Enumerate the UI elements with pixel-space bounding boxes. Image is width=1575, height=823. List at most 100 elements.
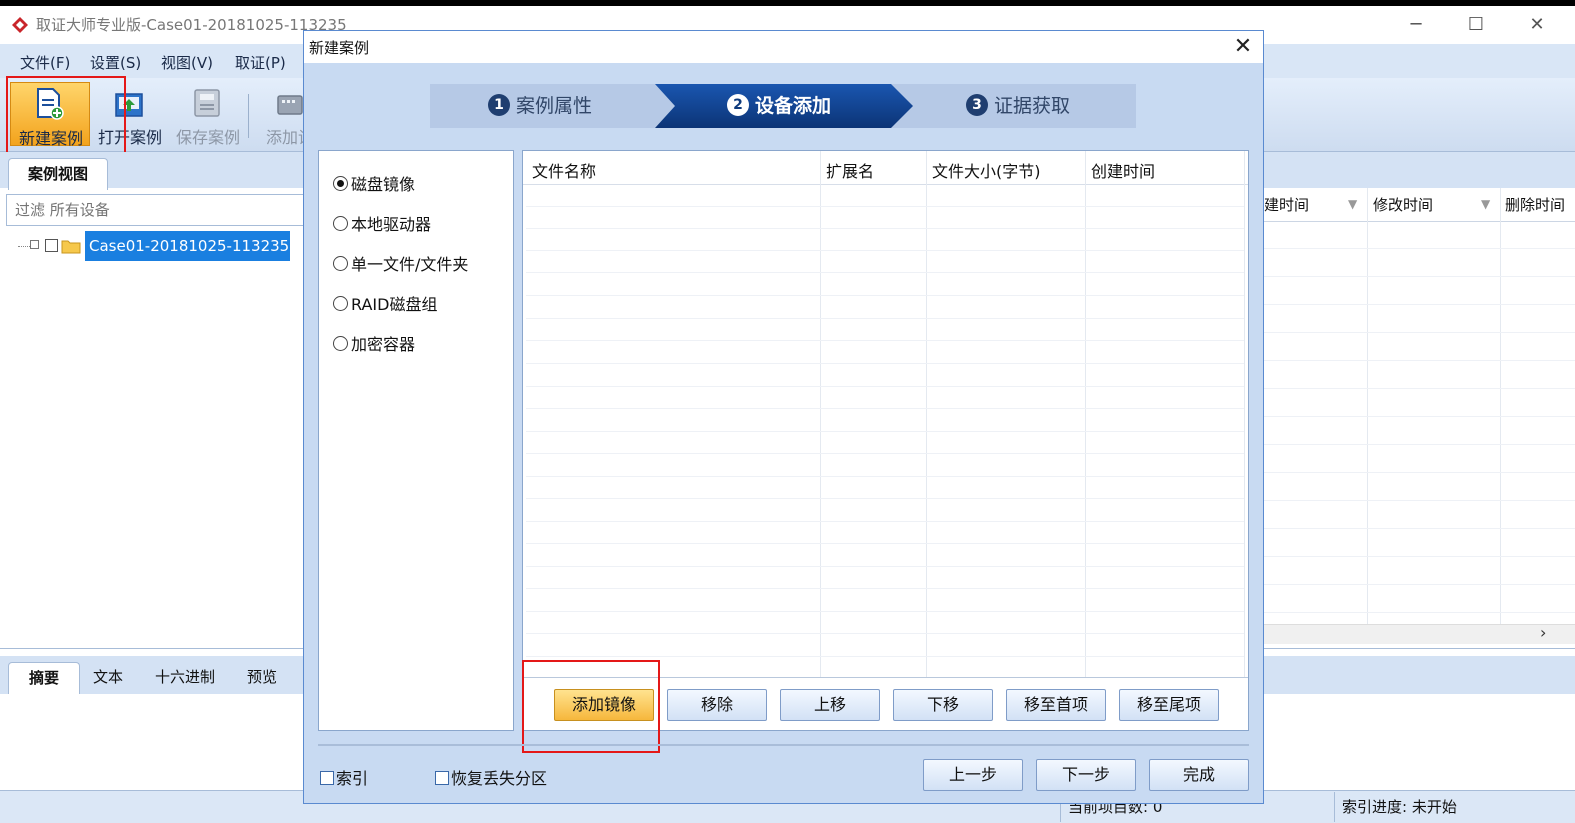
tree-node-checkbox[interactable] bbox=[45, 239, 58, 252]
grid-row-line bbox=[1262, 332, 1575, 333]
grid-row-line bbox=[1262, 472, 1575, 473]
column-file-name[interactable]: 文件名称 bbox=[532, 158, 596, 182]
tree-node-case[interactable]: Case01-20181025-113235 bbox=[85, 231, 290, 261]
radio-button[interactable] bbox=[333, 296, 348, 311]
finish-button[interactable]: 完成 bbox=[1149, 759, 1249, 791]
horizontal-scrollbar[interactable] bbox=[1262, 624, 1575, 644]
right-pane-header bbox=[1262, 152, 1575, 188]
step-number: 2 bbox=[727, 93, 749, 116]
close-window-button[interactable]: ✕ bbox=[1514, 12, 1560, 38]
folder-icon bbox=[61, 240, 81, 254]
grid-row-line bbox=[1262, 612, 1575, 613]
list-row-line bbox=[526, 206, 1244, 207]
move-last-button[interactable]: 移至尾项 bbox=[1119, 689, 1219, 721]
list-row-line bbox=[526, 250, 1244, 251]
save-case-label: 保存案例 bbox=[175, 128, 240, 147]
list-row-line bbox=[526, 543, 1244, 544]
add-device-icon bbox=[277, 95, 303, 115]
move-first-button[interactable]: 移至首项 bbox=[1006, 689, 1106, 721]
remove-button[interactable]: 移除 bbox=[667, 689, 767, 721]
maximize-button[interactable]: ☐ bbox=[1453, 12, 1499, 38]
app-title: 取证大师专业版-Case01-20181025-113235 bbox=[36, 16, 347, 34]
tree-expander[interactable] bbox=[30, 240, 39, 249]
list-row-line bbox=[526, 318, 1244, 319]
list-row-line bbox=[526, 588, 1244, 589]
list-row-line bbox=[526, 633, 1244, 634]
app-logo-icon bbox=[12, 17, 28, 33]
list-row-line bbox=[526, 453, 1244, 454]
grid-row-line bbox=[1262, 304, 1575, 305]
step-label: 案例属性 bbox=[516, 95, 593, 117]
dialog-close-button[interactable]: ✕ bbox=[1228, 33, 1258, 61]
list-row-line bbox=[526, 363, 1244, 364]
step-number: 3 bbox=[966, 93, 988, 116]
menu-forensics[interactable]: 取证(P) bbox=[235, 52, 286, 73]
grid-row-line bbox=[1262, 388, 1575, 389]
move-up-button[interactable]: 上移 bbox=[780, 689, 880, 721]
tab-preview[interactable]: 预览 bbox=[236, 662, 288, 694]
list-row-line bbox=[526, 611, 1244, 612]
menu-settings[interactable]: 设置(S) bbox=[90, 52, 141, 73]
move-down-button[interactable]: 下移 bbox=[893, 689, 993, 721]
column-divider bbox=[1500, 188, 1501, 626]
menu-view[interactable]: 视图(V) bbox=[161, 52, 213, 73]
next-step-button[interactable]: 下一步 bbox=[1036, 759, 1136, 791]
step-label: 设备添加 bbox=[755, 95, 832, 117]
grid-row-line bbox=[1262, 556, 1575, 557]
save-case-icon bbox=[194, 89, 220, 117]
column-extension[interactable]: 扩展名 bbox=[826, 158, 874, 182]
radio-label: 加密容器 bbox=[351, 335, 416, 354]
tab-case-view[interactable]: 案例视图 bbox=[8, 158, 108, 190]
checkbox-index[interactable]: 索引 bbox=[320, 765, 368, 789]
radio-local-drive[interactable]: 本地驱动器 bbox=[333, 211, 431, 237]
radio-button[interactable] bbox=[333, 176, 348, 191]
step-evidence-acquisition: 3 证据获取 bbox=[966, 84, 1070, 128]
radio-encrypted-container[interactable]: 加密容器 bbox=[333, 331, 415, 357]
dialog-titlebar bbox=[304, 31, 1263, 63]
save-case-button[interactable]: 保存案例 bbox=[168, 82, 248, 147]
column-created-time[interactable]: 建时间 bbox=[1264, 194, 1309, 215]
radio-button[interactable] bbox=[333, 256, 348, 271]
filter-input[interactable] bbox=[6, 194, 306, 226]
column-modified-time[interactable]: 修改时间 bbox=[1373, 194, 1433, 215]
filter-icon[interactable]: ▼ bbox=[1481, 197, 1490, 211]
tab-hex[interactable]: 十六进制 bbox=[142, 662, 228, 694]
list-row-line bbox=[526, 431, 1244, 432]
radio-button[interactable] bbox=[333, 216, 348, 231]
menu-file[interactable]: 文件(F) bbox=[20, 52, 70, 73]
tab-summary[interactable]: 摘要 bbox=[8, 662, 80, 694]
checkbox[interactable] bbox=[435, 770, 449, 785]
step-case-properties: 1 案例属性 bbox=[488, 84, 592, 128]
filter-icon[interactable]: ▼ bbox=[1348, 197, 1357, 211]
source-type-panel bbox=[318, 150, 514, 731]
step-label: 证据获取 bbox=[994, 95, 1071, 117]
minimize-button[interactable]: ─ bbox=[1393, 12, 1439, 38]
radio-button[interactable] bbox=[333, 336, 348, 351]
list-row-line bbox=[526, 566, 1244, 567]
column-divider bbox=[820, 151, 821, 677]
grid-row-line bbox=[1262, 500, 1575, 501]
tab-text[interactable]: 文本 bbox=[82, 662, 134, 694]
radio-raid-group[interactable]: RAID磁盘组 bbox=[333, 291, 437, 317]
checkbox[interactable] bbox=[320, 770, 334, 785]
checkbox-label: 恢复丢失分区 bbox=[451, 769, 548, 788]
radio-disk-image[interactable]: 磁盘镜像 bbox=[333, 171, 415, 197]
list-row-line bbox=[526, 272, 1244, 273]
checkbox-recover-partition[interactable]: 恢复丢失分区 bbox=[435, 765, 547, 789]
highlight-new-case bbox=[6, 76, 126, 158]
list-row-line bbox=[526, 340, 1244, 341]
grid-row-line bbox=[1262, 444, 1575, 445]
scroll-right-icon[interactable]: › bbox=[1540, 623, 1546, 642]
column-file-size[interactable]: 文件大小(字节) bbox=[932, 158, 1041, 182]
column-created-time[interactable]: 创建时间 bbox=[1091, 158, 1155, 182]
grid-row-line bbox=[1262, 360, 1575, 361]
column-divider bbox=[1244, 151, 1245, 677]
radio-label: 单一文件/文件夹 bbox=[351, 255, 469, 274]
prev-step-button[interactable]: 上一步 bbox=[923, 759, 1023, 791]
radio-single-file-folder[interactable]: 单一文件/文件夹 bbox=[333, 251, 468, 277]
column-deleted-time[interactable]: 删除时间 bbox=[1505, 194, 1569, 215]
image-file-list bbox=[522, 150, 1249, 731]
list-row-line bbox=[526, 476, 1244, 477]
dialog-separator bbox=[318, 744, 1249, 746]
column-divider bbox=[1085, 151, 1086, 677]
